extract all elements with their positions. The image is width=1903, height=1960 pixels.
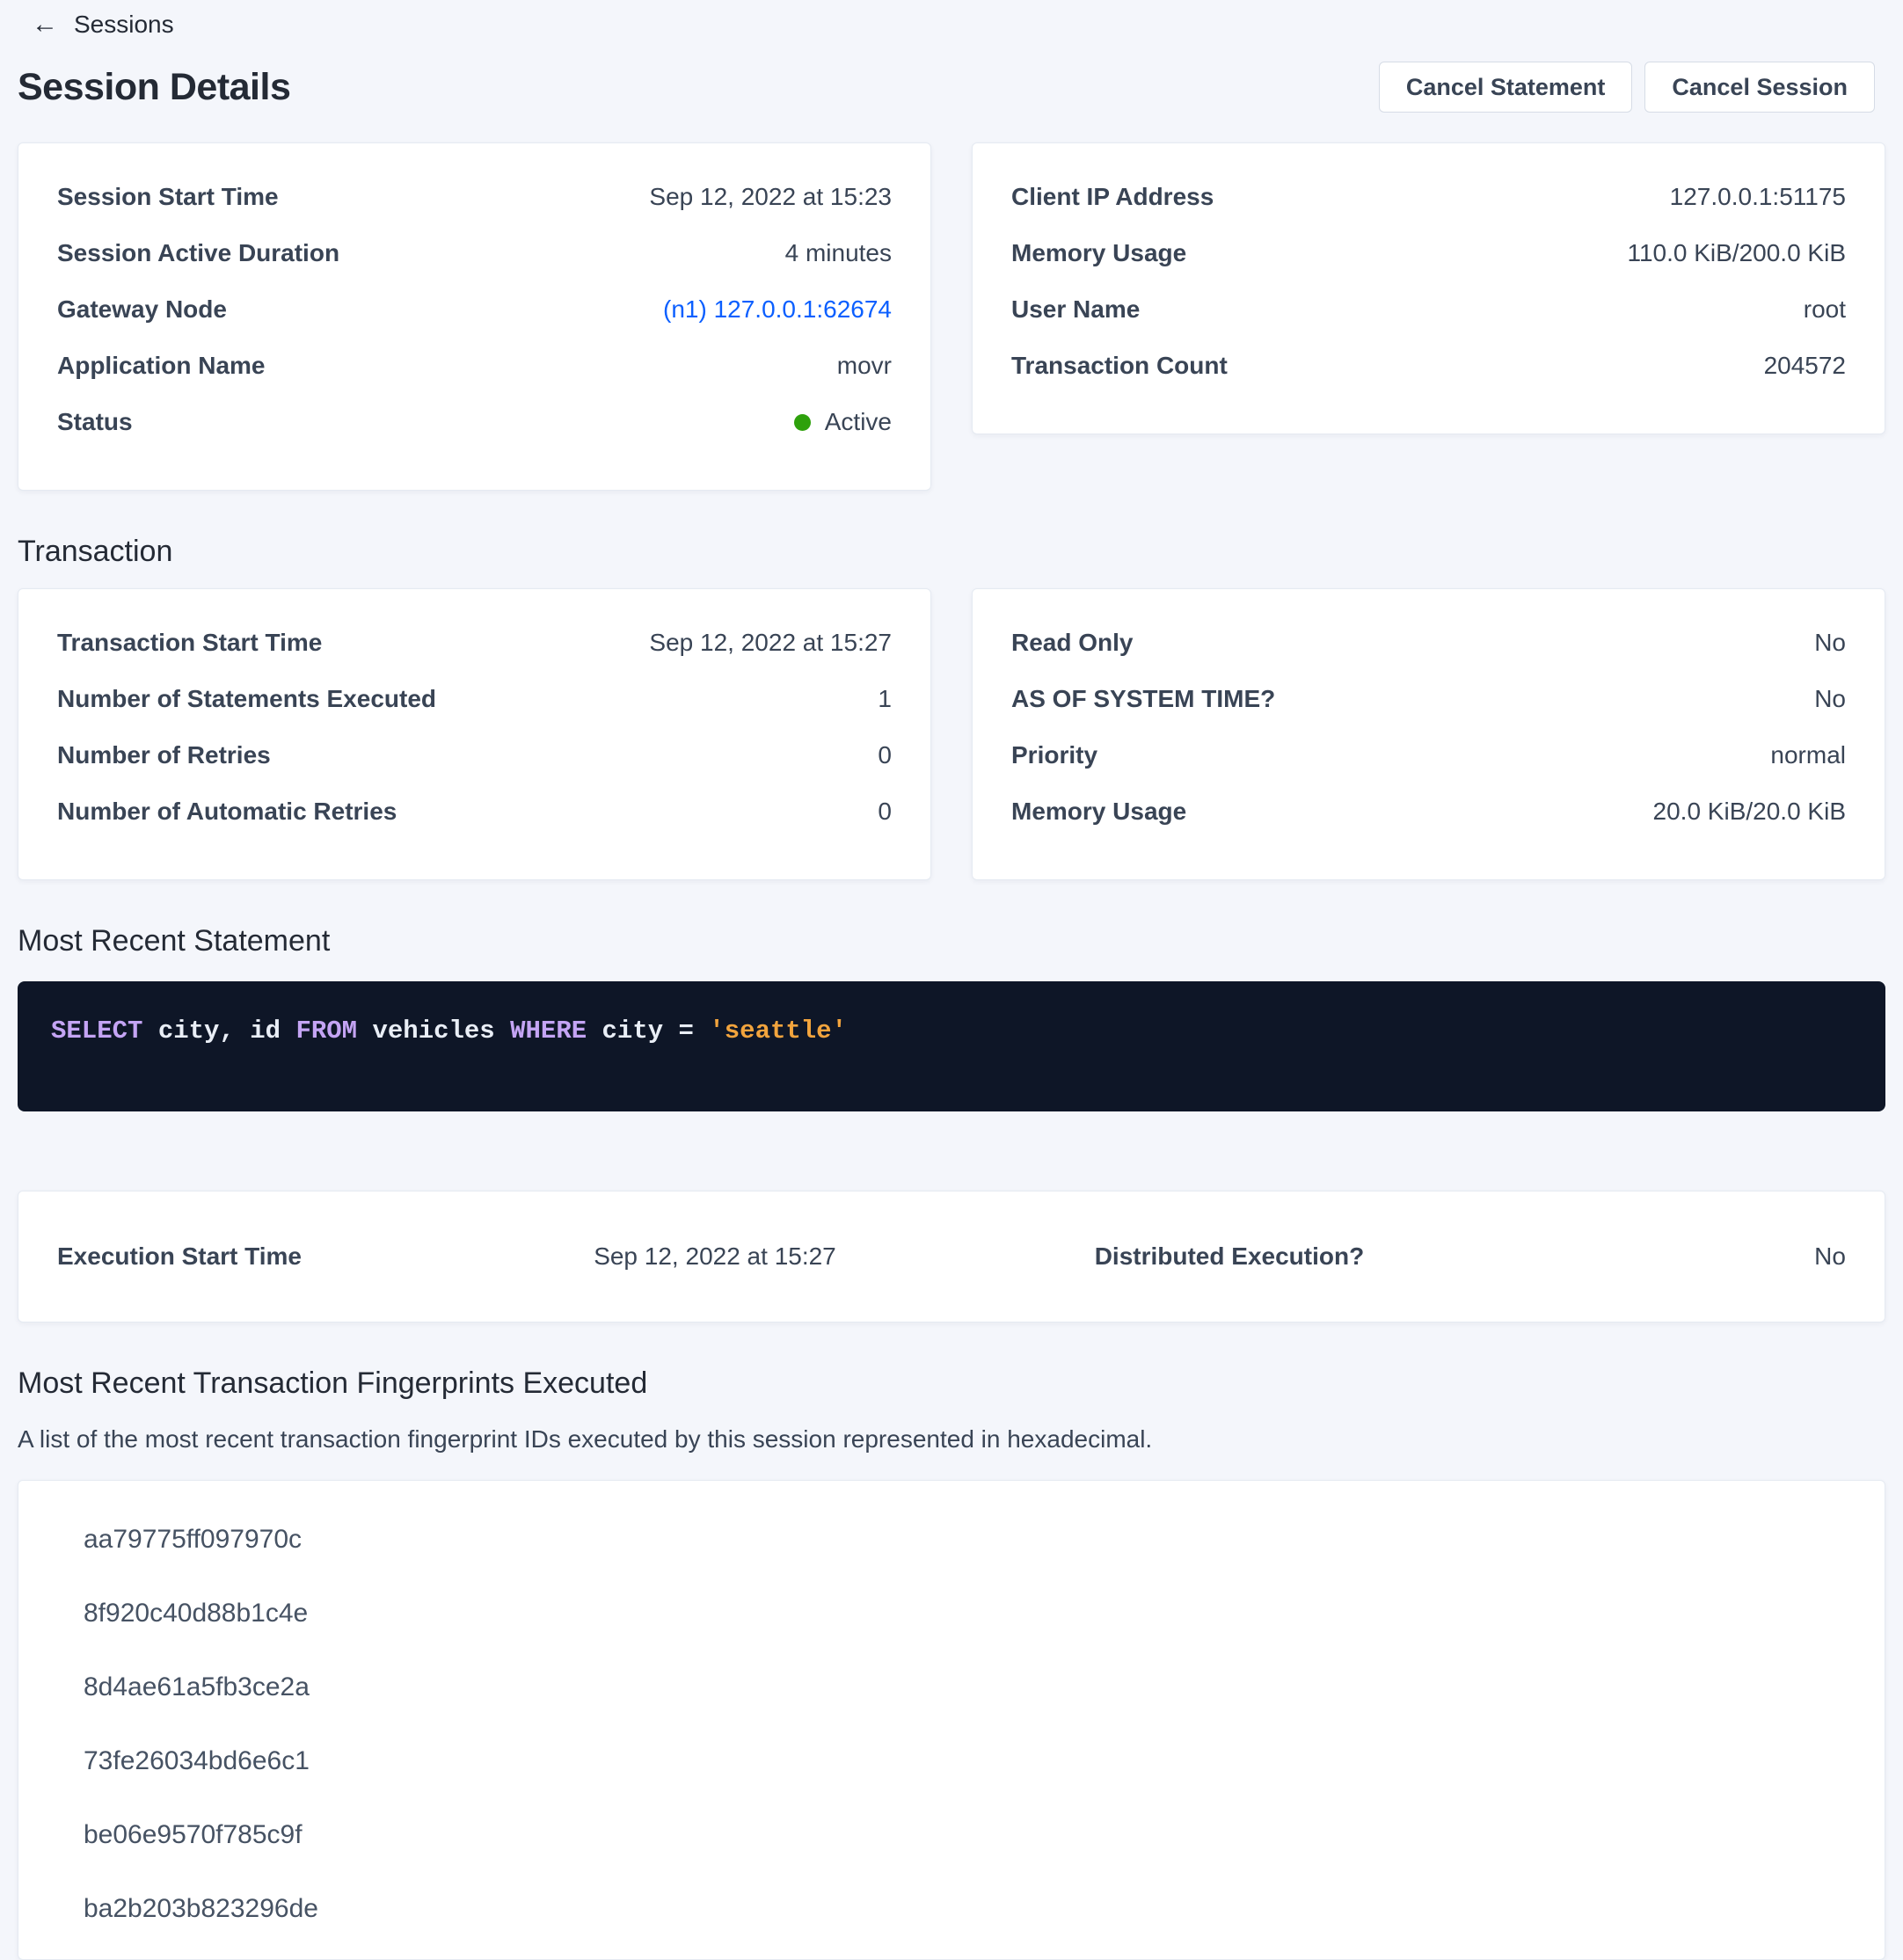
row-value: No (1814, 686, 1846, 712)
row-label: Status (57, 409, 133, 435)
cancel-statement-button[interactable]: Cancel Statement (1379, 62, 1633, 113)
sql-string-literal: 'seattle' (709, 1016, 847, 1046)
priority-row: Priority normal (1011, 742, 1846, 769)
sql-keyword: SELECT (51, 1016, 142, 1046)
transaction-section: Transaction Start Time Sep 12, 2022 at 1… (18, 588, 1885, 880)
sql-fragment: city, id (142, 1016, 295, 1046)
row-label: Read Only (1011, 630, 1133, 656)
sql-statement-text: SELECT city, id FROM vehicles WHERE city… (51, 1018, 1852, 1045)
fingerprint-item: 8d4ae61a5fb3ce2a (84, 1674, 1846, 1701)
distributed-execution-label: Distributed Execution? (1095, 1242, 1578, 1271)
row-value: 204572 (1764, 353, 1846, 379)
row-label: Session Active Duration (57, 240, 339, 266)
status-row: Status Active (57, 409, 892, 435)
fingerprint-item: be06e9570f785c9f (84, 1822, 1846, 1848)
gateway-node-link[interactable]: (n1) 127.0.0.1:62674 (663, 296, 892, 323)
back-link-label: Sessions (74, 11, 174, 39)
sql-fragment: city = (587, 1016, 709, 1046)
row-label: Number of Statements Executed (57, 686, 436, 712)
row-value: 0 (878, 742, 892, 769)
row-label: Priority (1011, 742, 1097, 769)
top-bar: ← Sessions (0, 0, 1903, 39)
client-ip-row: Client IP Address 127.0.0.1:51175 (1011, 184, 1846, 210)
transaction-count-row: Transaction Count 204572 (1011, 353, 1846, 379)
back-arrow-icon: ← (32, 11, 58, 38)
fingerprints-heading: Most Recent Transaction Fingerprints Exe… (18, 1366, 1885, 1401)
status-active-dot-icon (794, 414, 811, 431)
row-label: Memory Usage (1011, 240, 1186, 266)
row-value: 20.0 KiB/20.0 KiB (1653, 798, 1846, 825)
row-label: User Name (1011, 296, 1140, 323)
read-only-row: Read Only No (1011, 630, 1846, 656)
row-label: Application Name (57, 353, 265, 379)
row-label: AS OF SYSTEM TIME? (1011, 686, 1275, 712)
distributed-execution-value: No (1578, 1242, 1846, 1271)
as-of-system-time-row: AS OF SYSTEM TIME? No (1011, 686, 1846, 712)
tx-memory-usage-row: Memory Usage 20.0 KiB/20.0 KiB (1011, 798, 1846, 825)
row-value: 0 (878, 798, 892, 825)
page-title: Session Details (18, 66, 290, 109)
sql-keyword: WHERE (510, 1016, 587, 1046)
session-details-card-left: Session Start Time Sep 12, 2022 at 15:23… (18, 142, 931, 491)
gateway-node-row: Gateway Node (n1) 127.0.0.1:62674 (57, 296, 892, 323)
row-label: Transaction Start Time (57, 630, 322, 656)
row-value: 127.0.0.1:51175 (1670, 184, 1846, 210)
execution-start-time-label: Execution Start Time (57, 1242, 594, 1271)
fingerprint-item: ba2b203b823296de (84, 1896, 1846, 1922)
fingerprint-item: 8f920c40d88b1c4e (84, 1600, 1846, 1627)
row-value: No (1814, 630, 1846, 656)
most-recent-statement-heading: Most Recent Statement (18, 924, 1885, 958)
row-value: 110.0 KiB/200.0 KiB (1627, 240, 1846, 266)
row-label: Transaction Count (1011, 353, 1228, 379)
memory-usage-row: Memory Usage 110.0 KiB/200.0 KiB (1011, 240, 1846, 266)
cancel-session-button[interactable]: Cancel Session (1644, 62, 1875, 113)
transaction-card-right: Read Only No AS OF SYSTEM TIME? No Prior… (972, 588, 1885, 880)
sql-statement-block: SELECT city, id FROM vehicles WHERE city… (18, 981, 1885, 1111)
row-label: Number of Retries (57, 742, 271, 769)
transaction-card-left: Transaction Start Time Sep 12, 2022 at 1… (18, 588, 931, 880)
row-label: Memory Usage (1011, 798, 1186, 825)
row-value: root (1804, 296, 1846, 323)
transaction-section-heading: Transaction (18, 535, 1885, 569)
session-active-duration-row: Session Active Duration 4 minutes (57, 240, 892, 266)
execution-start-time-value: Sep 12, 2022 at 15:27 (594, 1242, 1095, 1271)
retries-row: Number of Retries 0 (57, 742, 892, 769)
session-details-card-right: Client IP Address 127.0.0.1:51175 Memory… (972, 142, 1885, 434)
row-value: 4 minutes (785, 240, 892, 266)
status-badge: Active (825, 409, 892, 435)
row-label: Gateway Node (57, 296, 227, 323)
sql-keyword: FROM (295, 1016, 357, 1046)
session-summary-section: Session Start Time Sep 12, 2022 at 15:23… (18, 142, 1885, 491)
application-name-row: Application Name movr (57, 353, 892, 379)
row-value: 1 (878, 686, 892, 712)
session-start-time-row: Session Start Time Sep 12, 2022 at 15:23 (57, 184, 892, 210)
header-actions: Cancel Statement Cancel Session (1379, 62, 1875, 113)
user-name-row: User Name root (1011, 296, 1846, 323)
statements-executed-row: Number of Statements Executed 1 (57, 686, 892, 712)
fingerprint-item: 73fe26034bd6e6c1 (84, 1748, 1846, 1774)
row-label: Session Start Time (57, 184, 279, 210)
fingerprint-item: aa79775ff097970c (84, 1526, 1846, 1553)
fingerprints-card: aa79775ff097970c 8f920c40d88b1c4e 8d4ae6… (18, 1480, 1885, 1960)
fingerprints-description: A list of the most recent transaction fi… (18, 1425, 1885, 1454)
page-header: Session Details Cancel Statement Cancel … (0, 39, 1903, 113)
row-value: movr (837, 353, 892, 379)
transaction-start-time-row: Transaction Start Time Sep 12, 2022 at 1… (57, 630, 892, 656)
sql-fragment: vehicles (357, 1016, 510, 1046)
row-value: Sep 12, 2022 at 15:27 (649, 630, 892, 656)
row-value: Sep 12, 2022 at 15:23 (649, 184, 892, 210)
row-label: Number of Automatic Retries (57, 798, 397, 825)
row-label: Client IP Address (1011, 184, 1214, 210)
back-to-sessions-link[interactable]: ← Sessions (32, 11, 174, 39)
row-value: normal (1770, 742, 1846, 769)
execution-details-card: Execution Start Time Sep 12, 2022 at 15:… (18, 1191, 1885, 1322)
automatic-retries-row: Number of Automatic Retries 0 (57, 798, 892, 825)
status-value: Active (794, 409, 892, 435)
